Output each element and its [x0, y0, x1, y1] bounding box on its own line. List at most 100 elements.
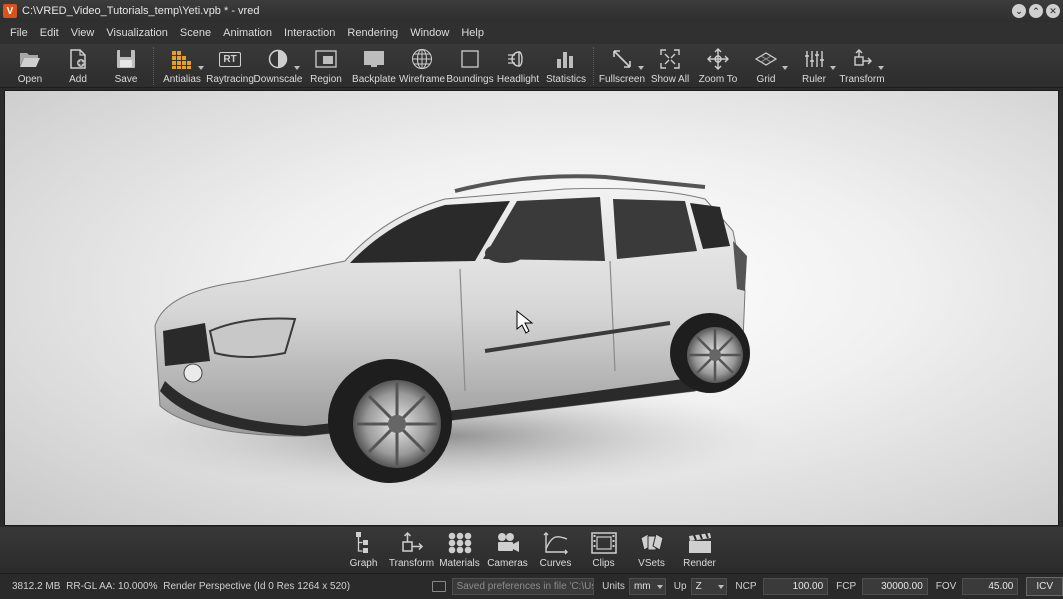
transform-icon	[851, 48, 873, 70]
downscale-button[interactable]: Downscale	[254, 44, 302, 88]
chevron-down-icon	[656, 584, 663, 589]
headlight-label: Headlight	[496, 74, 540, 85]
headlight-icon	[507, 48, 529, 70]
ncp-input[interactable]: 100.00	[762, 578, 829, 595]
raytracing-button[interactable]: RT Raytracing	[206, 44, 254, 88]
vred-app-icon: V	[3, 4, 17, 18]
menu-help[interactable]: Help	[455, 22, 490, 44]
show-all-label: Show All	[650, 74, 690, 85]
memory-usage: 3812.2 MB	[12, 581, 61, 592]
menu-file[interactable]: File	[4, 22, 34, 44]
region-icon	[315, 48, 337, 70]
up-axis-select[interactable]: Z	[690, 578, 728, 595]
window-title: C:\VRED_Video_Tutorials_temp\Yeti.vpb * …	[22, 5, 260, 17]
curves-label: Curves	[539, 558, 572, 569]
fullscreen-dropdown-arrow[interactable]	[638, 66, 644, 70]
status-message-field[interactable]: Saved preferences in file 'C:\Us...	[451, 578, 595, 595]
downscale-label: Downscale	[253, 74, 303, 85]
save-button[interactable]: Save	[102, 44, 150, 88]
region-button[interactable]: Region	[302, 44, 350, 88]
materials-button[interactable]: Materials	[436, 527, 484, 573]
region-label: Region	[310, 74, 342, 85]
menu-scene[interactable]: Scene	[174, 22, 217, 44]
grid-button[interactable]: Grid	[742, 44, 790, 88]
boundings-button[interactable]: Boundings	[446, 44, 494, 88]
zoom-to-button[interactable]: Zoom To	[694, 44, 742, 88]
add-file-icon	[67, 48, 89, 70]
dock-transform-label: Transform	[388, 558, 435, 569]
wireframe-button[interactable]: Wireframe	[398, 44, 446, 88]
transform-dropdown-arrow[interactable]	[878, 66, 884, 70]
title-bar: V C:\VRED_Video_Tutorials_temp\Yeti.vpb …	[0, 0, 1063, 22]
film-clip-icon	[590, 530, 617, 556]
menu-visualization[interactable]: Visualization	[100, 22, 174, 44]
materials-spheres-icon	[447, 530, 473, 556]
downscale-dropdown-arrow[interactable]	[294, 66, 300, 70]
cameras-label: Cameras	[487, 558, 528, 569]
ruler-dropdown-arrow[interactable]	[830, 66, 836, 70]
graph-button[interactable]: Graph	[340, 527, 388, 573]
headlight-button[interactable]: Headlight	[494, 44, 542, 88]
floppy-disk-icon	[115, 48, 137, 70]
show-all-button[interactable]: Show All	[646, 44, 694, 88]
maximize-button[interactable]: ⌃	[1029, 4, 1043, 18]
raytracing-icon: RT	[219, 48, 241, 70]
backplate-button[interactable]: Backplate	[350, 44, 398, 88]
transform-button[interactable]: Transform	[838, 44, 886, 88]
vsets-label: VSets	[638, 558, 665, 569]
message-log-icon[interactable]	[432, 581, 446, 592]
menu-interaction[interactable]: Interaction	[278, 22, 341, 44]
toolbar-separator	[593, 47, 595, 85]
menu-rendering[interactable]: Rendering	[341, 22, 404, 44]
grid-label: Grid	[756, 74, 776, 85]
vsets-button[interactable]: VSets	[628, 527, 676, 573]
render-label: Render	[683, 558, 716, 569]
scenegraph-icon	[351, 530, 377, 556]
curves-icon	[543, 530, 569, 556]
clips-label: Clips	[592, 558, 615, 569]
ruler-label: Ruler	[802, 74, 826, 85]
menu-bar: File Edit View Visualization Scene Anima…	[0, 22, 1063, 44]
fcp-input[interactable]: 30000.00	[862, 578, 928, 595]
statistics-button[interactable]: Statistics	[542, 44, 590, 88]
close-button[interactable]: ✕	[1046, 4, 1060, 18]
chevron-down-icon	[718, 584, 725, 589]
dock-transform-button[interactable]: Transform	[388, 527, 436, 573]
grid-dropdown-arrow[interactable]	[782, 66, 788, 70]
render-button[interactable]: Render	[676, 527, 724, 573]
backplate-label: Backplate	[352, 74, 396, 85]
car-render-image	[115, 174, 775, 491]
antialias-button[interactable]: Antialias	[158, 44, 206, 88]
add-button[interactable]: Add	[54, 44, 102, 88]
render-viewport[interactable]	[4, 90, 1059, 526]
menu-edit[interactable]: Edit	[34, 22, 65, 44]
main-toolbar: Open Add Save Antialias RT Raytracing Do…	[0, 44, 1063, 88]
antialias-label: Antialias	[163, 74, 201, 85]
zoom-to-label: Zoom To	[698, 74, 738, 85]
open-label: Open	[17, 74, 43, 85]
module-dock: Graph Transform Materials Cameras Curves…	[0, 527, 1063, 573]
ncp-label: NCP	[735, 581, 757, 592]
menu-animation[interactable]: Animation	[217, 22, 278, 44]
bar-chart-icon	[555, 48, 577, 70]
fullscreen-label: Fullscreen	[598, 74, 646, 85]
menu-view[interactable]: View	[65, 22, 101, 44]
fullscreen-button[interactable]: Fullscreen	[598, 44, 646, 88]
status-bar: 3812.2 MB RR-GL AA: 10.000% Render Persp…	[0, 573, 1063, 599]
add-label: Add	[69, 74, 87, 85]
ruler-button[interactable]: Ruler	[790, 44, 838, 88]
icv-button[interactable]: ICV	[1026, 577, 1063, 596]
clips-button[interactable]: Clips	[580, 527, 628, 573]
units-label: Units	[602, 581, 625, 592]
fov-input[interactable]: 45.00	[962, 578, 1019, 595]
menu-window[interactable]: Window	[404, 22, 455, 44]
open-button[interactable]: Open	[6, 44, 54, 88]
grid-plane-icon	[755, 48, 777, 70]
clapperboard-icon	[687, 530, 713, 556]
curves-button[interactable]: Curves	[532, 527, 580, 573]
fov-label: FOV	[935, 581, 957, 592]
units-select[interactable]: mm	[628, 578, 666, 595]
antialias-dropdown-arrow[interactable]	[198, 66, 204, 70]
cameras-button[interactable]: Cameras	[484, 527, 532, 573]
minimize-button[interactable]: ⌄	[1012, 4, 1026, 18]
